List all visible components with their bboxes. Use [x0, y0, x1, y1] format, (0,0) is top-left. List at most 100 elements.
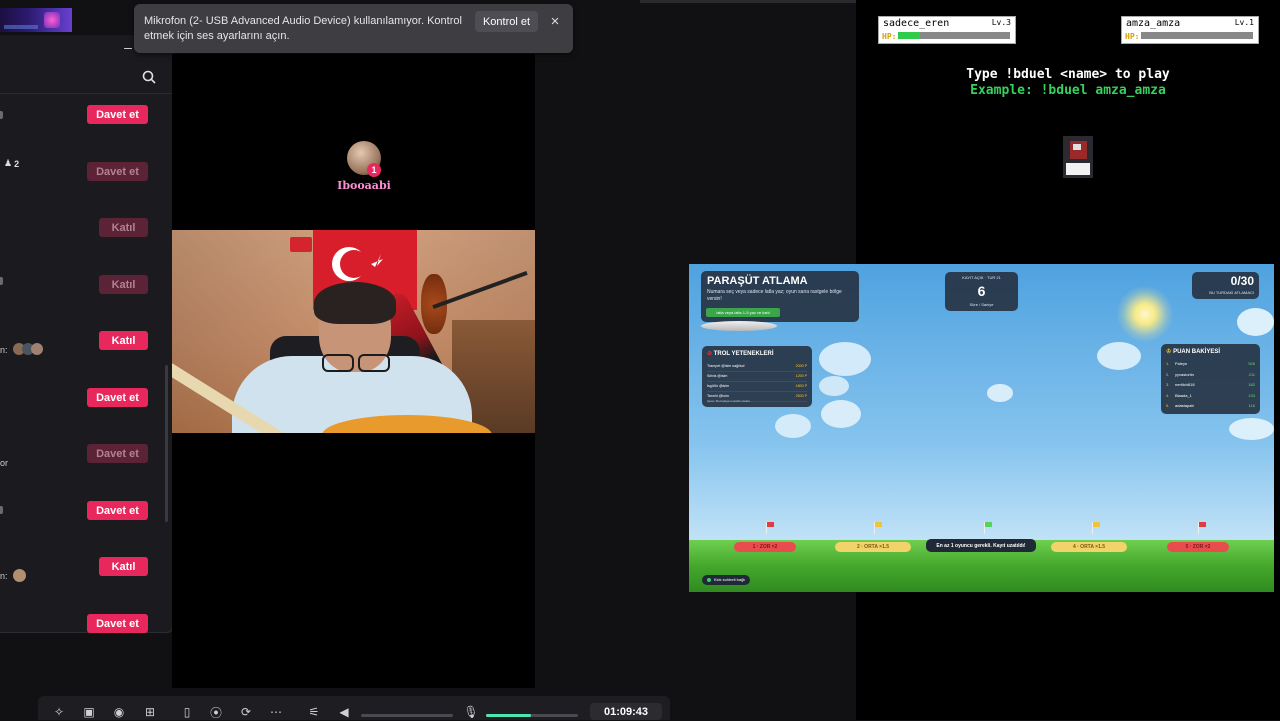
cloud-image: [1229, 418, 1274, 440]
member-hint: n:: [0, 571, 8, 581]
friends-sidebar: – ✕ Davet et ♟2 Davet et Katıl Katıl n: …: [0, 35, 173, 633]
round-timer-panel: KAYIT AÇIK · TUR 21 6 Süre / Saniye: [945, 272, 1018, 311]
list-item-marker: [0, 111, 3, 119]
points-row: 4. Blaada_1 133: [1166, 391, 1255, 402]
thumbnail-image[interactable]: [0, 8, 72, 32]
points-row: 2. yyvastorlin 211: [1166, 370, 1255, 381]
troll-item-cost: 1200 P: [795, 374, 807, 378]
avatar: [13, 569, 26, 582]
invite-button[interactable]: Davet et: [87, 444, 148, 463]
game-title-panel: PARAŞÜT ATLAMA Numara seç veya sadece la…: [701, 271, 859, 322]
landing-zone-5: 5 · ZOR ×2: [1167, 542, 1229, 552]
player1-status: sadece_eren Lv.3 HP:: [878, 16, 1016, 44]
player2-status: amza_amza Lv.1 HP:: [1121, 16, 1259, 44]
points-rank: 4.: [1166, 392, 1170, 398]
landing-zone-1: 1 · ZOR ×2: [734, 542, 796, 552]
join-button[interactable]: Katıl: [99, 557, 148, 576]
player1-hp-fill: [898, 32, 921, 39]
join-button[interactable]: Katıl: [99, 331, 148, 350]
connection-status: Kick sohbeti bağlı: [702, 575, 751, 585]
points-title: ♔ PUAN BAKİYESİ: [1166, 349, 1221, 355]
ai-icon[interactable]: ◉: [111, 705, 127, 719]
replay-icon[interactable]: ⟳: [238, 705, 254, 719]
parachute-game: PARAŞÜT ATLAMA Numara seç veya sadece la…: [689, 264, 1274, 592]
points-value: 116: [1248, 403, 1255, 408]
plane-image: [701, 321, 777, 331]
close-icon[interactable]: ×: [548, 13, 562, 30]
invite-button[interactable]: Davet et: [87, 105, 148, 124]
speaker-icon[interactable]: ◀: [336, 705, 352, 719]
cloud-image: [821, 400, 861, 428]
player2-hp-label: HP:: [1125, 32, 1140, 41]
points-value: 182: [1248, 382, 1255, 387]
member-count-value: 2: [14, 158, 20, 169]
invite-button[interactable]: Davet et: [87, 162, 148, 181]
member-hint: or: [0, 458, 9, 468]
game-title: PARAŞÜT ATLAMA: [707, 275, 808, 287]
member-hint: n:: [0, 345, 8, 355]
invite-button[interactable]: Davet et: [87, 501, 148, 520]
join-button[interactable]: Katıl: [99, 218, 148, 237]
check-button[interactable]: Kontrol et: [475, 11, 538, 32]
invite-button[interactable]: Davet et: [87, 614, 148, 633]
points-panel: ♔ PUAN BAKİYESİ 1. Paleyn 526 2. yyvastorlin…: [1161, 344, 1260, 414]
troll-item-name: Sıfırla @isim: [707, 374, 728, 378]
plane-banner: latla veya latla 1-5 yaz ve katıl: [706, 308, 780, 317]
record-icon[interactable]: ⦿: [208, 705, 224, 720]
troll-item-cost: 1800 P: [795, 384, 807, 388]
notification-badge: 1: [367, 163, 381, 177]
troll-title: ⊘ TROL YETENEKLERİ: [707, 351, 774, 357]
cloud-image: [987, 384, 1013, 402]
player1-level: Lv.3: [991, 18, 1011, 27]
player2-hp-bar: [1141, 32, 1253, 39]
sidebar-scrollbar[interactable]: [165, 365, 168, 522]
settings-sliders-icon[interactable]: ⚟: [306, 705, 322, 719]
glasses-image: [322, 354, 390, 372]
points-value: 526: [1248, 361, 1255, 366]
points-name: yyvastorlin: [1175, 371, 1194, 377]
microphone-icon[interactable]: 🎙: [463, 705, 479, 719]
notification-text: Mikrofon (2- USB Advanced Audio Device) …: [144, 15, 462, 42]
phone-icon[interactable]: ▯: [179, 705, 195, 719]
points-rank: 1.: [1166, 361, 1170, 366]
cloud-image: [775, 414, 811, 438]
troll-item-cost: 2500 P: [795, 394, 807, 398]
person-icon: ♟: [4, 158, 13, 168]
troll-abilities-panel: ⊘ TROL YETENEKLERİ Trampet @isim saği/so…: [702, 346, 812, 407]
magic-wand-icon[interactable]: ✧: [51, 705, 67, 719]
screen-capture-icon[interactable]: ▣: [81, 705, 97, 719]
points-rank: 5.: [1166, 403, 1170, 408]
game-subtitle: Numara seç veya sadece latla yaz; oyun s…: [707, 289, 842, 302]
troll-item: Trampet @isim saği/sol 2000 P: [707, 362, 807, 372]
mic-level-slider[interactable]: [486, 714, 578, 717]
microphone-notification: Mikrofon (2- USB Advanced Audio Device) …: [134, 4, 573, 53]
streamer-hair: [314, 282, 396, 324]
member-count: ♟ 2: [4, 158, 19, 169]
add-frame-icon[interactable]: ⊞: [142, 705, 158, 719]
cloud-image: [819, 342, 871, 376]
points-rank: 2.: [1166, 371, 1170, 377]
points-value: 133: [1248, 392, 1255, 398]
troll-item: Sıfırla @isim 1200 P: [707, 372, 807, 382]
duel-instruction: Type !bduel <name> to play: [966, 67, 1170, 82]
points-name: nertlich818: [1175, 382, 1195, 387]
points-name: adastapatr: [1175, 403, 1194, 408]
more-icon[interactable]: ⋯: [268, 705, 284, 719]
points-rank: 3.: [1166, 382, 1170, 387]
small-flag-image: [290, 237, 312, 252]
round-status-message: En az 1 oyuncu gerekli. Kayıt uzatıldı!: [926, 539, 1036, 552]
troll-item-name: Trampet @isim saği/sol: [707, 364, 745, 368]
search-icon[interactable]: [140, 68, 158, 86]
troll-note: Ipucu: Bu bakiyeni eksiltir ufakta.: [707, 399, 751, 403]
invite-button[interactable]: Davet et: [87, 388, 148, 407]
points-name: Paleyn: [1175, 361, 1188, 366]
points-value: 211: [1248, 371, 1255, 377]
webcam-feed: [172, 230, 535, 433]
top-divider: [640, 0, 856, 3]
join-button[interactable]: Katıl: [99, 275, 148, 294]
timer-label: KAYIT AÇIK · TUR 21: [962, 275, 1001, 280]
status-dot-icon: [707, 578, 711, 582]
timer-sub: Süre / Saniye: [969, 302, 994, 307]
jumper-count-label: BU TURDAKİ ATLAMACI: [1209, 290, 1254, 295]
volume-slider[interactable]: [361, 714, 453, 717]
